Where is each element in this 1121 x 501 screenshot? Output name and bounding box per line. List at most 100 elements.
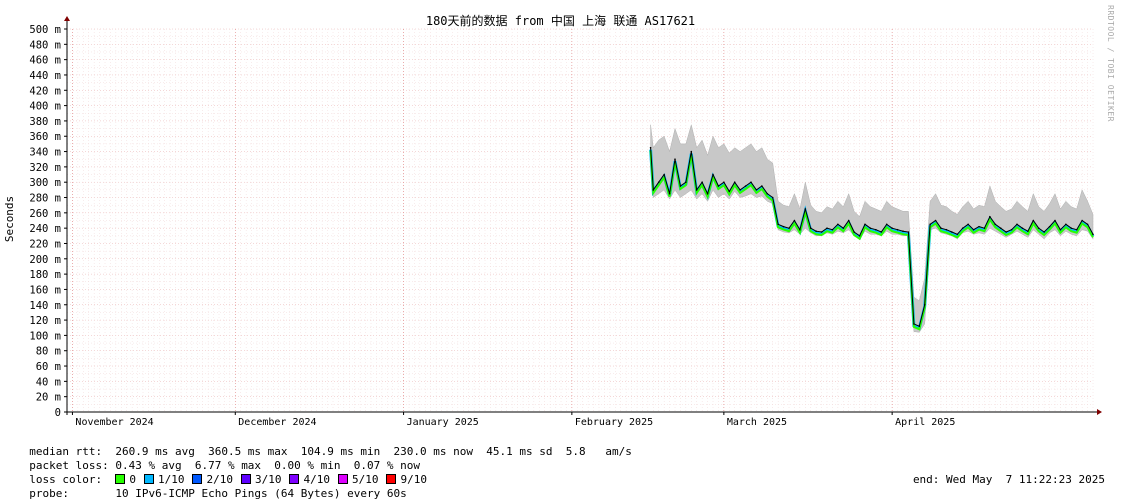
data-point: [782, 225, 785, 228]
data-point: [869, 227, 872, 229]
y-tick-label: 120 m: [29, 315, 61, 327]
data-point: [733, 181, 736, 183]
data-point: [864, 223, 866, 226]
y-tick-label: 280 m: [29, 193, 61, 205]
data-point: [1070, 227, 1073, 229]
y-tick-label: 460 m: [29, 55, 61, 67]
x-tick-labels: November 2024 December 2024 January 2025 Fe…: [71, 412, 955, 428]
data-point: [766, 192, 769, 195]
data-point: [1037, 227, 1040, 229]
data-point: [978, 225, 980, 228]
data-point: [902, 230, 904, 233]
data-point: [657, 181, 660, 183]
data-point: [690, 150, 693, 153]
data-point: [777, 223, 779, 226]
y-tick-label: 300 m: [29, 177, 61, 189]
x-tick-label: March 2025: [727, 417, 787, 428]
data-point: [875, 228, 877, 231]
data-point: [1065, 223, 1067, 226]
data-point: [649, 146, 652, 149]
x-tick-label: April 2025: [895, 417, 955, 428]
data-point: [858, 235, 861, 237]
data-point: [668, 192, 671, 195]
y-tick-label: 200 m: [29, 254, 61, 266]
data-point: [679, 185, 682, 187]
data-point: [1005, 231, 1007, 233]
data-point: [739, 189, 741, 191]
data-point: [701, 181, 703, 183]
data-point: [744, 185, 747, 187]
data-point: [728, 190, 731, 193]
data-point: [750, 181, 752, 183]
data-point: [1010, 228, 1013, 231]
data-point: [755, 189, 758, 191]
y-tick-label: 480 m: [29, 39, 61, 51]
x-tick-label: November 2024: [75, 417, 153, 428]
data-point: [761, 185, 763, 187]
y-tick-labels: 0 20 m 40 m 60 m 80 m 100 m 120 m 140 m 160 m 180…: [29, 24, 67, 419]
data-point: [815, 230, 817, 233]
data-point: [793, 219, 796, 222]
data-point: [1081, 219, 1083, 222]
data-point: [1086, 223, 1089, 226]
data-point: [885, 223, 888, 226]
data-point: [1048, 225, 1051, 228]
y-tick-label: 160 m: [29, 284, 61, 296]
data-point: [1054, 219, 1056, 222]
y-tick-label: 140 m: [29, 300, 61, 312]
y-tick-label: 20 m: [36, 392, 61, 404]
y-tick-label: 220 m: [29, 238, 61, 250]
data-point: [1092, 233, 1094, 236]
data-point: [913, 323, 915, 325]
data-point: [1043, 231, 1045, 233]
x-tick-label: January 2025: [407, 417, 479, 428]
data-point: [788, 227, 790, 229]
y-tick-label: 260 m: [29, 208, 61, 220]
data-point: [945, 228, 948, 231]
data-point: [723, 181, 725, 183]
data-point: [820, 231, 823, 233]
data-point: [652, 189, 655, 191]
data-point: [940, 227, 942, 229]
y-tick-label: 360 m: [29, 131, 61, 143]
data-point: [771, 196, 774, 199]
y-tick-label: 440 m: [29, 70, 61, 82]
data-point: [983, 227, 986, 229]
data-point: [923, 303, 926, 306]
probe-info: probe: 10 IPv6-ICMP Echo Pings (64 Bytes…: [16, 473, 407, 501]
data-point: [891, 227, 893, 229]
data-point: [717, 185, 720, 187]
data-point: [804, 208, 807, 210]
data-point: [831, 228, 834, 231]
data-point: [1059, 228, 1062, 231]
data-point: [706, 192, 709, 195]
data-point: [956, 233, 959, 236]
data-point: [842, 227, 845, 229]
data-point: [1027, 230, 1029, 233]
data-point: [961, 227, 964, 229]
data-point: [1021, 227, 1024, 229]
x-tick-label: December 2024: [238, 417, 316, 428]
data-point: [972, 228, 975, 231]
y-tick-label: 320 m: [29, 162, 61, 174]
y-tick-label: 420 m: [29, 85, 61, 97]
rrdtool-watermark: RRDTOOL / TOBI OETIKER: [1106, 5, 1115, 122]
data-point: [994, 223, 997, 226]
data-point: [1016, 223, 1018, 226]
data-point: [853, 231, 855, 233]
data-point: [880, 231, 883, 233]
x-tick-label: February 2025: [575, 417, 653, 428]
x-axis-arrow: [1097, 409, 1102, 415]
data-point: [989, 215, 991, 218]
latency-chart: 0 20 m 40 m 60 m 80 m 100 m 120 m 140 m 160 m 180…: [29, 16, 1102, 428]
data-point: [1032, 219, 1035, 222]
data-point: [896, 228, 899, 231]
data-point: [907, 231, 910, 233]
data-point: [999, 227, 1002, 229]
data-point: [712, 173, 714, 176]
data-point: [847, 219, 850, 222]
data-point: [685, 181, 687, 183]
data-point: [695, 189, 698, 191]
data-point: [1075, 228, 1078, 231]
y-tick-label: 60 m: [36, 361, 61, 373]
